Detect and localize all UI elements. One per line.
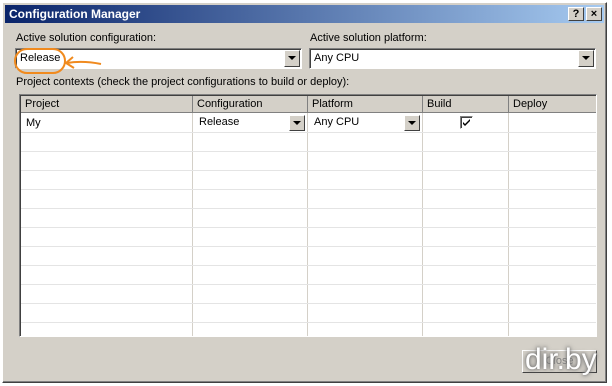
active-platform-label: Active solution platform: <box>310 32 427 44</box>
project-contexts-grid: Project Configuration Platform Build Dep… <box>19 94 597 337</box>
grid-row-line <box>21 284 596 285</box>
grid-row-line <box>21 189 596 190</box>
column-header-build[interactable]: Build <box>423 96 509 113</box>
dropdown-arrow-icon[interactable] <box>404 115 420 131</box>
grid-row-line <box>21 208 596 209</box>
grid-row-line <box>21 170 596 171</box>
row-project-name[interactable]: My <box>21 114 186 133</box>
active-platform-value: Any CPU <box>314 52 360 64</box>
checkmark-icon <box>463 119 470 126</box>
column-header-project[interactable]: Project <box>21 96 193 113</box>
active-platform-combo[interactable]: Any CPU <box>309 48 596 69</box>
configuration-manager-window: Configuration Manager ? × Active solutio… <box>2 2 607 383</box>
dropdown-arrow-icon[interactable] <box>284 50 300 67</box>
dropdown-arrow-icon[interactable] <box>578 50 594 67</box>
close-window-button[interactable]: × <box>586 7 602 21</box>
grid-row-line <box>21 303 596 304</box>
orange-arrow-annotation <box>64 56 102 69</box>
column-header-deploy[interactable]: Deploy <box>509 96 596 113</box>
row-platform-combo[interactable]: Any CPU <box>310 114 421 132</box>
release-highlight-annotation <box>14 48 66 74</box>
grid-row-line <box>21 246 596 247</box>
row-build-checkbox[interactable] <box>460 116 473 129</box>
column-header-platform[interactable]: Platform <box>308 96 423 113</box>
watermark: dir.by <box>525 343 597 376</box>
row-configuration-value: Release <box>199 116 240 128</box>
column-header-configuration[interactable]: Configuration <box>193 96 308 113</box>
title-bar: Configuration Manager ? × <box>5 5 604 23</box>
row-configuration-combo[interactable]: Release <box>195 114 306 132</box>
active-config-label: Active solution configuration: <box>16 32 157 44</box>
dropdown-arrow-icon[interactable] <box>289 115 305 131</box>
grid-row-line <box>21 265 596 266</box>
help-button[interactable]: ? <box>568 7 584 21</box>
project-contexts-label: Project contexts (check the project conf… <box>16 76 350 88</box>
grid-row-line <box>21 322 596 323</box>
grid-row-line <box>21 227 596 228</box>
grid-row-line <box>21 151 596 152</box>
window-title: Configuration Manager <box>9 7 141 21</box>
row-platform-value: Any CPU <box>314 116 360 128</box>
